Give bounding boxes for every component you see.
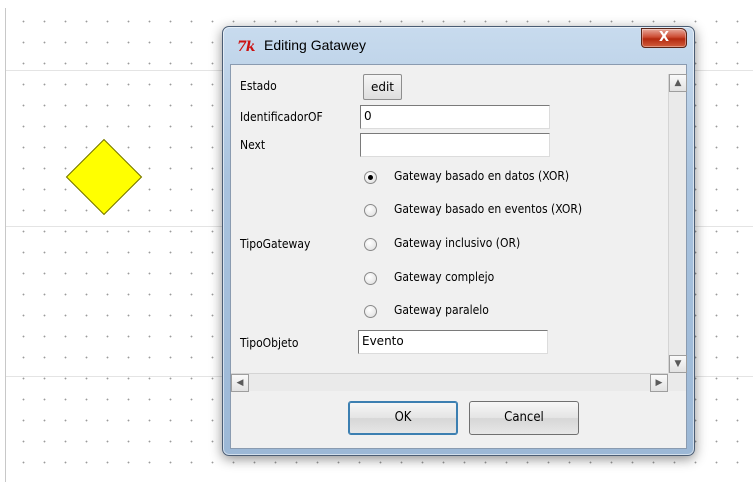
radio-button[interactable] [364, 272, 377, 285]
next-label: Next [240, 138, 266, 152]
close-icon: X [658, 30, 670, 45]
scroll-down-icon[interactable]: ▼ [669, 355, 687, 373]
form-scroll-area: Estado edit IdentificadorOF 0 Next TipoG… [231, 65, 668, 373]
tipo-objeto-input[interactable]: Evento [358, 330, 548, 354]
horizontal-scrollbar[interactable]: ◀ ▶ [231, 373, 668, 392]
close-button[interactable]: X [641, 28, 687, 48]
radio-label: Gateway basado en eventos (XOR) [394, 202, 583, 216]
radio-label: Gateway complejo [394, 270, 495, 284]
dialog-client-area: Estado edit IdentificadorOF 0 Next TipoG… [230, 64, 687, 449]
radio-dot-icon [368, 175, 373, 180]
cancel-button[interactable]: Cancel [469, 401, 579, 435]
scroll-left-icon[interactable]: ◀ [231, 374, 249, 392]
tk-app-icon: 7k [237, 39, 255, 55]
radio-button[interactable] [364, 204, 377, 217]
window-title: Editing Gatawey [264, 37, 366, 53]
ok-button[interactable]: OK [348, 401, 458, 435]
radio-button[interactable] [364, 238, 377, 251]
tipo-objeto-label: TipoObjeto [240, 336, 299, 350]
editing-gateway-dialog: 7k Editing Gatawey X Estado edit Identif… [222, 26, 695, 456]
vertical-scrollbar[interactable]: ▲ ▼ [668, 74, 687, 373]
next-input[interactable] [360, 133, 550, 157]
gateway-diamond-shape[interactable] [65, 138, 143, 216]
radio-button-selected[interactable] [364, 171, 377, 184]
identificador-input[interactable]: 0 [360, 105, 550, 129]
radio-label: Gateway inclusivo (OR) [394, 236, 521, 250]
scroll-up-icon[interactable]: ▲ [669, 74, 687, 92]
identificador-label: IdentificadorOF [240, 110, 323, 124]
estado-label: Estado [240, 79, 277, 93]
title-bar[interactable]: 7k Editing Gatawey X [223, 27, 694, 59]
radio-label: Gateway basado en datos (XOR) [394, 169, 570, 183]
tipo-gateway-label: TipoGateway [240, 237, 311, 251]
radio-label: Gateway paralelo [394, 303, 489, 317]
radio-button[interactable] [364, 305, 377, 318]
scroll-corner [668, 373, 686, 391]
edit-button[interactable]: edit [363, 74, 402, 100]
scroll-right-icon[interactable]: ▶ [650, 374, 668, 392]
